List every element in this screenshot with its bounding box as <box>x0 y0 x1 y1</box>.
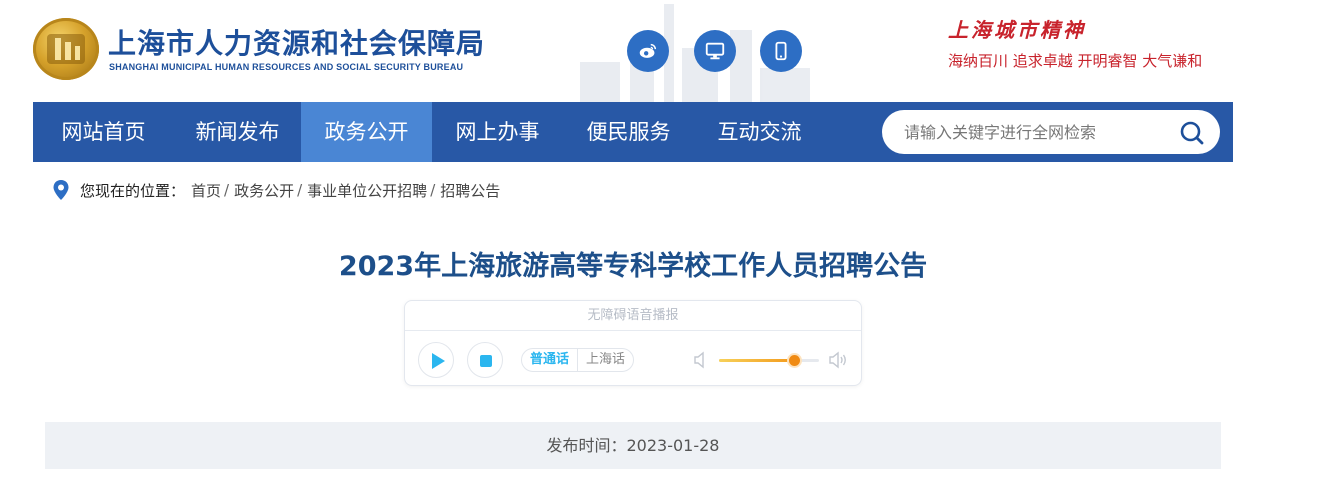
site-header: 上海市人力资源和社会保障局 SHANGHAI MUNICIPAL HUMAN R… <box>0 0 1328 102</box>
article-title: 2023年上海旅游高等专科学校工作人员招聘公告 <box>338 251 928 282</box>
nav-item-online-services[interactable]: 网上办事 <box>432 102 563 162</box>
language-toggle: 普通话 上海话 <box>521 348 635 372</box>
stop-button[interactable] <box>467 342 503 378</box>
lang-option-mandarin[interactable]: 普通话 <box>522 349 579 371</box>
breadcrumb-separator: / <box>224 181 230 199</box>
weibo-button[interactable] <box>627 30 669 72</box>
weibo-icon <box>639 43 657 58</box>
breadcrumb-recruitment-notice[interactable]: 招聘公告 <box>440 180 500 201</box>
breadcrumb-label: 您现在的位置： <box>80 181 186 200</box>
nav-item-home[interactable]: 网站首页 <box>33 102 174 162</box>
play-button[interactable] <box>418 342 454 378</box>
breadcrumb-government-affairs[interactable]: 政务公开 <box>234 180 294 201</box>
breadcrumb: 您现在的位置： 首页 / 政务公开 / 事业单位公开招聘 / 招聘公告 <box>52 178 500 202</box>
city-spirit-title: 上海城市精神 <box>948 18 1086 42</box>
search-box <box>882 110 1220 154</box>
volume-high-icon[interactable] <box>828 351 848 369</box>
search-icon[interactable] <box>1179 120 1205 146</box>
mobile-icon <box>775 41 787 61</box>
site-subtitle: SHANGHAI MUNICIPAL HUMAN RESOURCES AND S… <box>109 62 464 72</box>
breadcrumb-home[interactable]: 首页 <box>191 180 221 201</box>
lang-option-shanghainese[interactable]: 上海话 <box>578 349 633 371</box>
bureau-logo-icon[interactable] <box>33 18 99 80</box>
search-input[interactable] <box>904 120 1174 144</box>
accessibility-audio-player: 无障碍语音播报 普通话 上海话 <box>404 300 862 386</box>
breadcrumb-public-recruitment[interactable]: 事业单位公开招聘 <box>307 180 427 201</box>
volume-slider[interactable] <box>719 355 819 366</box>
volume-low-icon[interactable] <box>693 351 709 369</box>
desktop-icon <box>705 42 725 60</box>
nav-item-news[interactable]: 新闻发布 <box>174 102 301 162</box>
nav-item-interaction[interactable]: 互动交流 <box>694 102 825 162</box>
mobile-button[interactable] <box>760 30 802 72</box>
location-pin-icon <box>53 180 69 200</box>
city-spirit-text: 海纳百川 追求卓越 开明睿智 大气谦和 <box>948 52 1203 70</box>
nav-item-public-services[interactable]: 便民服务 <box>563 102 694 162</box>
volume-slider-fill <box>719 359 794 362</box>
volume-slider-knob[interactable] <box>789 355 800 366</box>
breadcrumb-separator: / <box>430 181 436 199</box>
desktop-button[interactable] <box>694 30 736 72</box>
player-header: 无障碍语音播报 <box>405 301 861 331</box>
stop-icon <box>480 355 492 367</box>
nav-item-government-affairs[interactable]: 政务公开 <box>301 102 432 162</box>
play-icon <box>432 353 445 369</box>
breadcrumb-separator: / <box>297 181 303 199</box>
publish-date: 发布时间：2023-01-28 <box>45 422 1221 469</box>
main-nav: 网站首页 新闻发布 政务公开 网上办事 便民服务 互动交流 <box>33 102 1233 162</box>
site-title[interactable]: 上海市人力资源和社会保障局 <box>108 22 485 62</box>
